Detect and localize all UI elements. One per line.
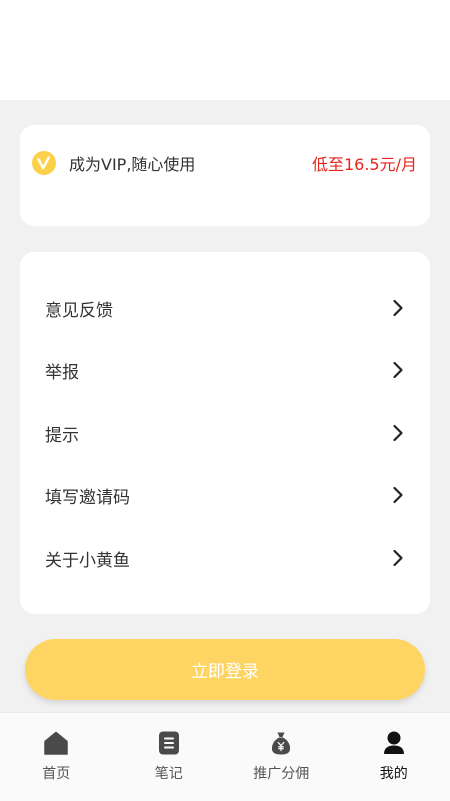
menu-item-label: 举报 (45, 358, 79, 383)
tab-label: 笔记 (113, 763, 226, 783)
tab-commission[interactable]: 推广分佣 (225, 713, 338, 801)
menu-item-label: 意见反馈 (45, 296, 113, 321)
chevron-right-icon (392, 549, 404, 567)
login-button[interactable]: 立即登录 (25, 639, 425, 700)
menu-item-invite-code[interactable]: 填写邀请码 (20, 464, 430, 526)
tab-label: 我的 (338, 763, 450, 783)
profile-icon (381, 730, 407, 756)
tab-notes[interactable]: 笔记 (113, 713, 226, 801)
chevron-right-icon (392, 299, 404, 317)
vip-title: 成为VIP,随心使用 (69, 151, 195, 175)
tab-home[interactable]: 首页 (0, 713, 113, 801)
menu-item-tips[interactable]: 提示 (20, 402, 430, 464)
vip-left-group: 成为VIP,随心使用 (32, 151, 195, 175)
menu-item-label: 关于小黄鱼 (45, 546, 130, 571)
vip-banner-row[interactable]: 成为VIP,随心使用 低至16.5元/月 (20, 125, 430, 201)
top-blank-area (0, 0, 450, 100)
note-icon (156, 730, 182, 756)
menu-item-report[interactable]: 举报 (20, 339, 430, 401)
menu-card: 意见反馈 举报 提示 填写邀请码 关于小黄鱼 (20, 252, 430, 614)
bottom-tab-bar: 首页 笔记 推广分佣 我的 (0, 712, 450, 801)
chevron-right-icon (392, 424, 404, 442)
vip-price: 低至16.5元/月 (312, 151, 417, 175)
menu-item-label: 填写邀请码 (45, 483, 130, 508)
menu-item-label: 提示 (45, 421, 79, 446)
tab-label: 推广分佣 (225, 763, 338, 783)
menu-item-about[interactable]: 关于小黄鱼 (20, 527, 430, 589)
home-icon (43, 730, 69, 756)
chevron-right-icon (392, 361, 404, 379)
vip-card: 成为VIP,随心使用 低至16.5元/月 (20, 125, 430, 226)
chevron-right-icon (392, 486, 404, 504)
login-button-label: 立即登录 (191, 657, 259, 682)
menu-item-feedback[interactable]: 意见反馈 (20, 277, 430, 339)
vip-badge-icon (32, 151, 56, 175)
tab-profile[interactable]: 我的 (338, 713, 450, 801)
money-bag-icon (268, 730, 294, 756)
tab-label: 首页 (0, 763, 113, 783)
